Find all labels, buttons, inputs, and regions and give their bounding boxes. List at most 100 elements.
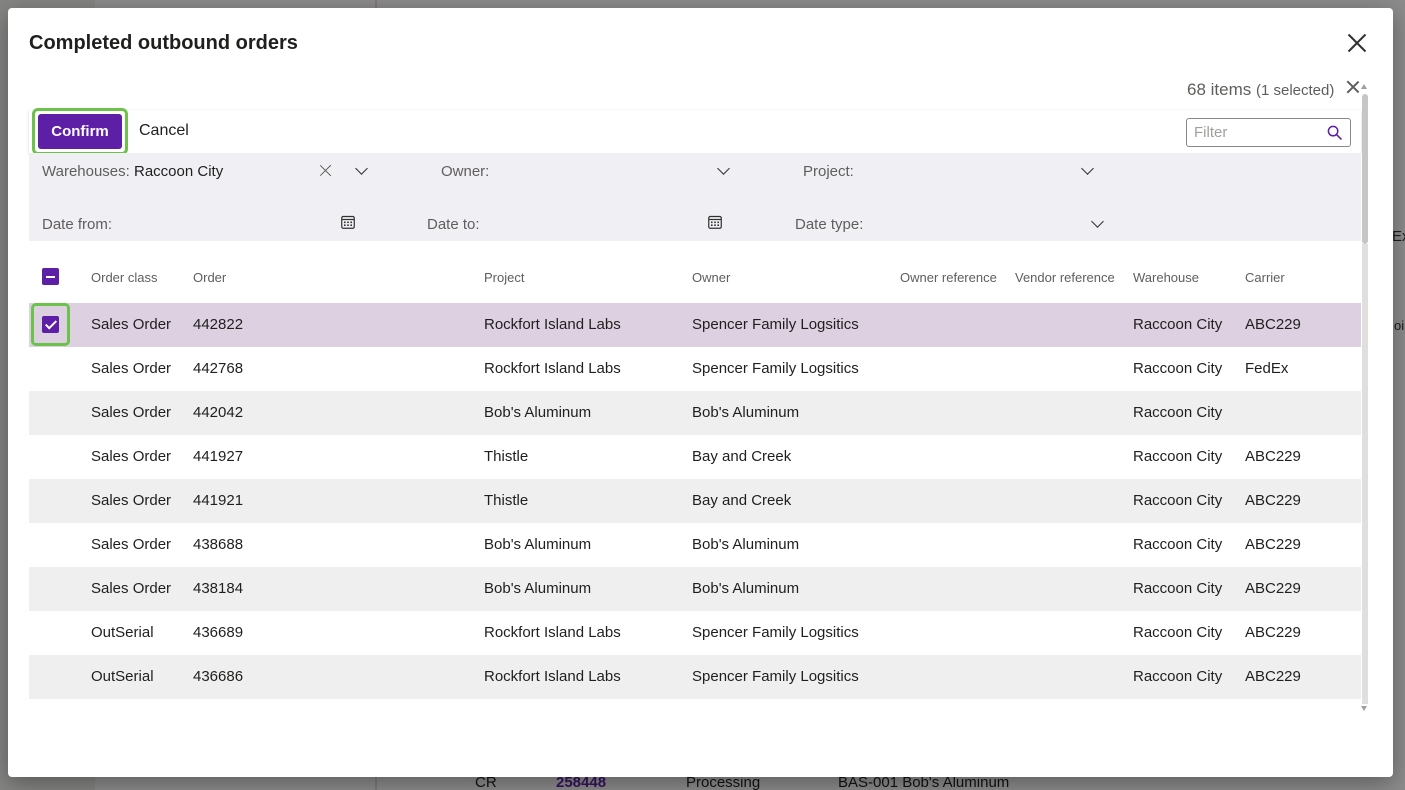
cell-order-class: OutSerial xyxy=(91,624,154,641)
items-total: 68 items xyxy=(1187,80,1252,99)
cell-warehouse: Raccoon City xyxy=(1133,316,1223,333)
clear-selection-icon[interactable] xyxy=(1346,80,1360,94)
cell-order-class: OutSerial xyxy=(91,668,154,685)
filter-box xyxy=(1186,118,1351,147)
column-header[interactable]: Project xyxy=(484,270,524,285)
table-row[interactable]: Sales Order 438184 Bob's Aluminum Bob's Alu… xyxy=(29,567,1361,611)
cell-owner: Bay and Creek xyxy=(692,448,792,465)
scroll-track[interactable] xyxy=(1362,244,1368,704)
scroll-thumb[interactable] xyxy=(1362,94,1368,244)
scroll-down-icon[interactable] xyxy=(1361,706,1367,711)
chevron-down-icon[interactable] xyxy=(717,167,729,175)
cell-warehouse: Raccoon City xyxy=(1133,536,1223,553)
cell-project: Bob's Aluminum xyxy=(484,536,592,553)
column-header[interactable]: Carrier xyxy=(1245,270,1285,285)
column-header[interactable]: Vendor reference xyxy=(1015,270,1115,285)
cell-owner: Bob's Aluminum xyxy=(692,536,800,553)
column-header[interactable]: Owner xyxy=(692,270,730,285)
cell-carrier: ABC229 xyxy=(1245,448,1301,465)
row-checkbox-highlight xyxy=(31,303,70,346)
cell-order: 436689 xyxy=(193,624,244,641)
cell-warehouse: Raccoon City xyxy=(1133,360,1223,377)
cell-owner: Bay and Creek xyxy=(692,492,792,509)
cell-order: 438184 xyxy=(193,580,244,597)
cancel-button[interactable]: Cancel xyxy=(139,122,189,140)
cell-project: Rockfort Island Labs xyxy=(484,668,621,685)
cell-owner: Spencer Family Logsitics xyxy=(692,668,859,685)
confirm-button[interactable]: Confirm xyxy=(38,114,122,149)
row-checkbox[interactable] xyxy=(42,316,59,333)
cell-project: Rockfort Island Labs xyxy=(484,316,621,333)
table-row[interactable]: Sales Order 442768 Rockfort Island Labs Spe… xyxy=(29,347,1361,391)
table-row[interactable]: Sales Order 442822 Rockfort Island Labs Spe… xyxy=(29,303,1361,347)
scroll-up-icon[interactable] xyxy=(1361,84,1367,89)
table-row[interactable]: Sales Order 442042 Bob's Aluminum Bob's Alu… xyxy=(29,391,1361,435)
column-header[interactable]: Order xyxy=(193,270,226,285)
select-all-checkbox[interactable] xyxy=(42,268,59,285)
warehouses-value: Raccoon City xyxy=(134,163,224,180)
column-header[interactable]: Warehouse xyxy=(1133,270,1199,285)
column-header[interactable]: Order class xyxy=(91,270,157,285)
orders-table: Order class Order Project Owner Owner re… xyxy=(29,256,1361,699)
cell-order: 442822 xyxy=(193,316,244,333)
warehouses-label: Warehouses: xyxy=(42,163,130,180)
chevron-down-icon[interactable] xyxy=(1091,220,1103,228)
cell-order-class: Sales Order xyxy=(91,316,172,333)
cell-carrier: ABC229 xyxy=(1245,580,1301,597)
cell-carrier: ABC229 xyxy=(1245,492,1301,509)
cell-order: 436686 xyxy=(193,668,244,685)
cell-owner: Bob's Aluminum xyxy=(692,580,800,597)
cell-order-class: Sales Order xyxy=(91,580,172,597)
clear-warehouses-icon[interactable] xyxy=(320,165,332,177)
cell-carrier: ABC229 xyxy=(1245,536,1301,553)
cell-order: 441921 xyxy=(193,492,244,509)
chevron-down-icon[interactable] xyxy=(355,167,367,175)
table-header: Order class Order Project Owner Owner re… xyxy=(29,256,1361,303)
cell-project: Rockfort Island Labs xyxy=(484,624,621,641)
cell-carrier: ABC229 xyxy=(1245,316,1301,333)
filter-panel: Warehouses: Raccoon City Owner: Project:… xyxy=(29,153,1361,241)
cell-carrier: ABC229 xyxy=(1245,668,1301,685)
search-icon[interactable] xyxy=(1327,125,1342,140)
table-row[interactable]: Sales Order 441921 Thistle Bay and Creek Rac… xyxy=(29,479,1361,523)
cell-warehouse: Raccoon City xyxy=(1133,448,1223,465)
date-type-label[interactable]: Date type: xyxy=(795,216,863,233)
cell-warehouse: Raccoon City xyxy=(1133,492,1223,509)
cell-project: Bob's Aluminum xyxy=(484,404,592,421)
table-row[interactable]: OutSerial 436689 Rockfort Island Labs Spenc… xyxy=(29,611,1361,655)
calendar-icon[interactable] xyxy=(708,215,722,229)
table-row[interactable]: Sales Order 441927 Thistle Bay and Creek Rac… xyxy=(29,435,1361,479)
date-to-label[interactable]: Date to: xyxy=(427,216,480,233)
confirm-highlight: Confirm xyxy=(32,108,128,155)
chevron-down-icon[interactable] xyxy=(1081,167,1093,175)
cell-order-class: Sales Order xyxy=(91,492,172,509)
cell-order-class: Sales Order xyxy=(91,360,172,377)
cell-project: Bob's Aluminum xyxy=(484,580,592,597)
column-header[interactable]: Owner reference xyxy=(900,270,997,285)
items-count: 68 items (1 selected) xyxy=(1187,80,1334,100)
cell-order: 441927 xyxy=(193,448,244,465)
calendar-icon[interactable] xyxy=(341,215,355,229)
cell-order: 442042 xyxy=(193,404,244,421)
cell-owner: Bob's Aluminum xyxy=(692,404,800,421)
cell-project: Thistle xyxy=(484,492,529,509)
completed-orders-dialog: Completed outbound orders 68 items (1 se… xyxy=(8,8,1393,777)
project-label[interactable]: Project: xyxy=(803,163,854,180)
cell-warehouse: Raccoon City xyxy=(1133,404,1223,421)
table-row[interactable]: Sales Order 438688 Bob's Aluminum Bob's Alu… xyxy=(29,523,1361,567)
scrollbar[interactable] xyxy=(1361,84,1370,714)
cell-project: Rockfort Island Labs xyxy=(484,360,621,377)
cell-warehouse: Raccoon City xyxy=(1133,624,1223,641)
cell-order-class: Sales Order xyxy=(91,448,172,465)
cell-owner: Spencer Family Logsitics xyxy=(692,360,859,377)
items-selected: (1 selected) xyxy=(1255,82,1335,99)
warehouses-filter[interactable]: Warehouses: Raccoon City xyxy=(42,163,223,180)
table-row[interactable]: OutSerial 436686 Rockfort Island Labs Spenc… xyxy=(29,655,1361,699)
cell-carrier: FedEx xyxy=(1245,360,1289,377)
cell-owner: Spencer Family Logsitics xyxy=(692,316,859,333)
filter-input[interactable] xyxy=(1194,123,1319,142)
cell-order: 438688 xyxy=(193,536,244,553)
close-icon[interactable] xyxy=(1344,30,1370,56)
date-from-label[interactable]: Date from: xyxy=(42,216,112,233)
owner-label[interactable]: Owner: xyxy=(441,163,489,180)
